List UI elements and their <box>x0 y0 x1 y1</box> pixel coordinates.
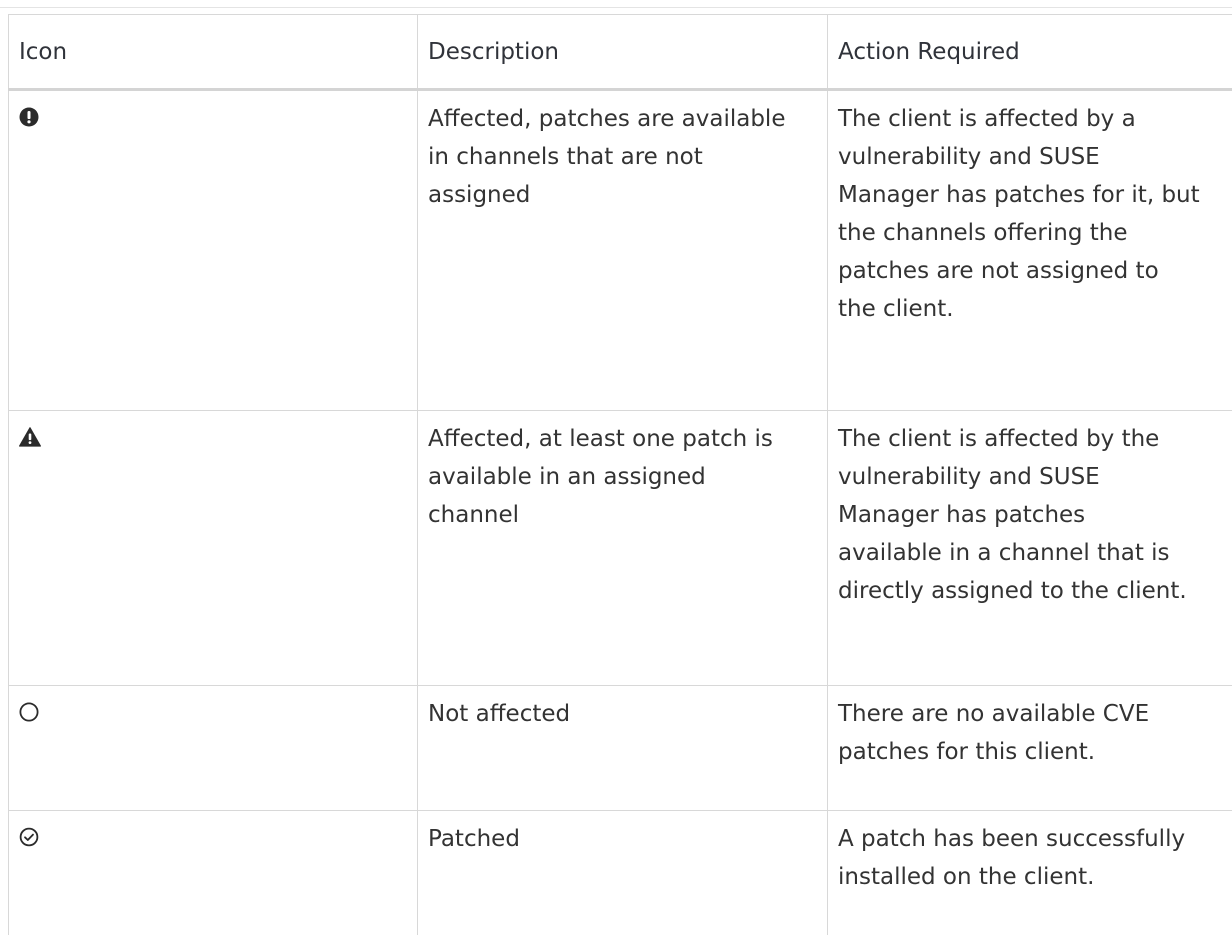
action-text: There are no available CVE <box>838 701 1150 727</box>
action-text: vulnerability and SUSE <box>838 464 1100 490</box>
table-header-row: Icon Description Action Required <box>8 14 1232 91</box>
action-text: the client. <box>838 296 954 322</box>
action-text: directly assigned to the client. <box>838 578 1187 604</box>
action-cell: The client is affected by a vulnerabilit… <box>827 89 1232 411</box>
description-cell: Affected, at least one patch is availabl… <box>417 410 828 686</box>
header-description: Description <box>417 14 828 91</box>
action-text: Manager has patches for it, but <box>838 182 1200 208</box>
action-text: the channels offering the <box>838 220 1128 246</box>
table-row: Patched A patch has been successfully in… <box>8 810 1232 935</box>
action-cell: A patch has been successfully installed … <box>827 810 1232 935</box>
warning-triangle-icon <box>19 427 41 449</box>
icon-cell <box>8 685 418 811</box>
description-text: Affected, patches are available <box>428 106 786 132</box>
table-row: Affected, patches are available in chann… <box>8 89 1232 411</box>
action-cell: The client is affected by the vulnerabil… <box>827 410 1232 686</box>
action-text: patches for this client. <box>838 739 1096 765</box>
action-text: available in a channel that is <box>838 540 1170 566</box>
description-cell: Patched <box>417 810 828 935</box>
description-text: assigned <box>428 182 531 208</box>
table-row: Not affected There are no available CVE … <box>8 685 1232 811</box>
action-text: The client is affected by a <box>838 106 1136 132</box>
header-action-required: Action Required <box>827 14 1232 91</box>
empty-circle-icon <box>19 702 41 724</box>
description-cell: Affected, patches are available in chann… <box>417 89 828 411</box>
description-text: channel <box>428 502 520 528</box>
action-text: vulnerability and SUSE <box>838 144 1100 170</box>
icon-cell <box>8 89 418 411</box>
header-icon: Icon <box>8 14 418 91</box>
action-text: The client is affected by the <box>838 426 1160 452</box>
action-text: A patch has been successfully <box>838 826 1186 852</box>
icon-cell <box>8 810 418 935</box>
icon-cell <box>8 410 418 686</box>
description-cell: Not affected <box>417 685 828 811</box>
description-text: Affected, at least one patch is <box>428 426 773 452</box>
action-text: installed on the client. <box>838 864 1095 890</box>
cve-status-table: Icon Description Action Required Affecte… <box>8 14 1232 935</box>
description-text: Patched <box>428 826 520 852</box>
table-row: Affected, at least one patch is availabl… <box>8 410 1232 686</box>
action-text: patches are not assigned to <box>838 258 1159 284</box>
action-text: Manager has patches <box>838 502 1086 528</box>
description-text: in channels that are not <box>428 144 703 170</box>
description-text: available in an assigned <box>428 464 706 490</box>
action-cell: There are no available CVE patches for t… <box>827 685 1232 811</box>
check-circle-icon <box>19 827 41 849</box>
description-text: Not affected <box>428 701 571 727</box>
cve-status-table-container: Icon Description Action Required Affecte… <box>8 14 1232 935</box>
exclamation-circle-icon <box>19 107 41 129</box>
top-divider <box>0 7 1232 8</box>
